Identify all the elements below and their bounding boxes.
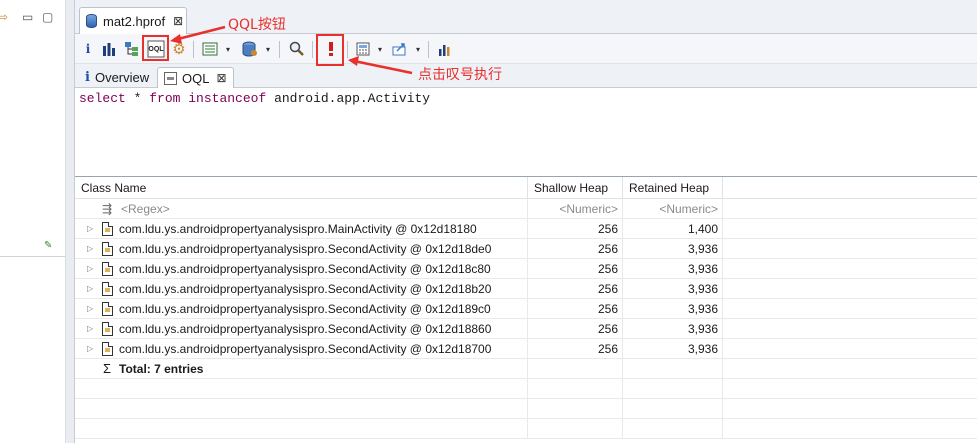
oql-arrow xyxy=(173,25,226,42)
oql-arrowhead xyxy=(170,34,182,44)
execute-arrowhead xyxy=(348,56,359,66)
annotation-execute: 点击叹号执行 xyxy=(418,67,502,83)
annotation-oql-button: QQL按钮 xyxy=(228,17,286,33)
execute-arrow xyxy=(353,59,413,75)
